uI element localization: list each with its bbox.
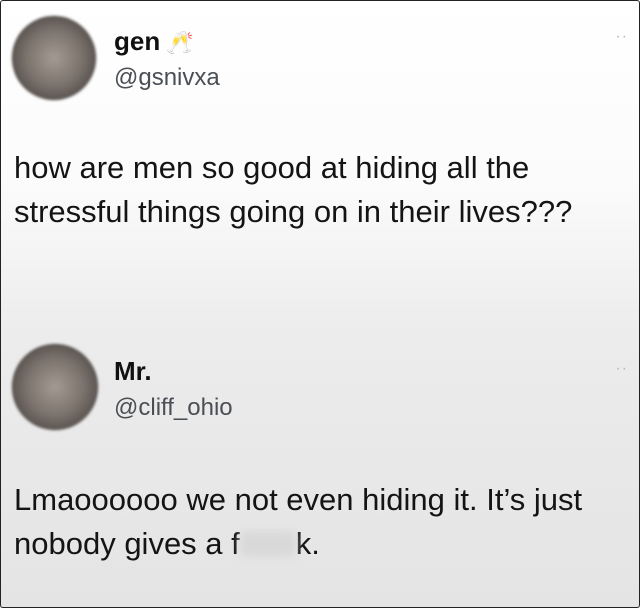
avatar[interactable]: [12, 344, 98, 430]
post-text: how are men so good at hiding all the st…: [14, 150, 573, 229]
more-options-icon[interactable]: ··: [615, 28, 628, 46]
user-handle[interactable]: @gsnivxa: [114, 64, 220, 92]
post-text-after: k.: [295, 526, 320, 561]
display-name[interactable]: Mr.: [114, 356, 152, 387]
post-text: Lmaoooooo we not even hiding it. It’s ju…: [14, 478, 626, 566]
display-name[interactable]: gen 🥂: [114, 26, 194, 57]
more-options-icon[interactable]: ··: [615, 360, 628, 378]
avatar[interactable]: [12, 16, 96, 100]
user-handle[interactable]: @cliff_ohio: [114, 394, 233, 422]
display-name-label: gen: [114, 26, 161, 56]
champagne-emoji-icon: 🥂: [166, 30, 194, 55]
post-gen[interactable]: gen 🥂 @gsnivxa ·· how are men so good at …: [0, 0, 640, 300]
censor-blur: [239, 531, 296, 557]
post-mr[interactable]: Mr. @cliff_ohio ·· Lmaoooooo we not even…: [0, 300, 640, 608]
